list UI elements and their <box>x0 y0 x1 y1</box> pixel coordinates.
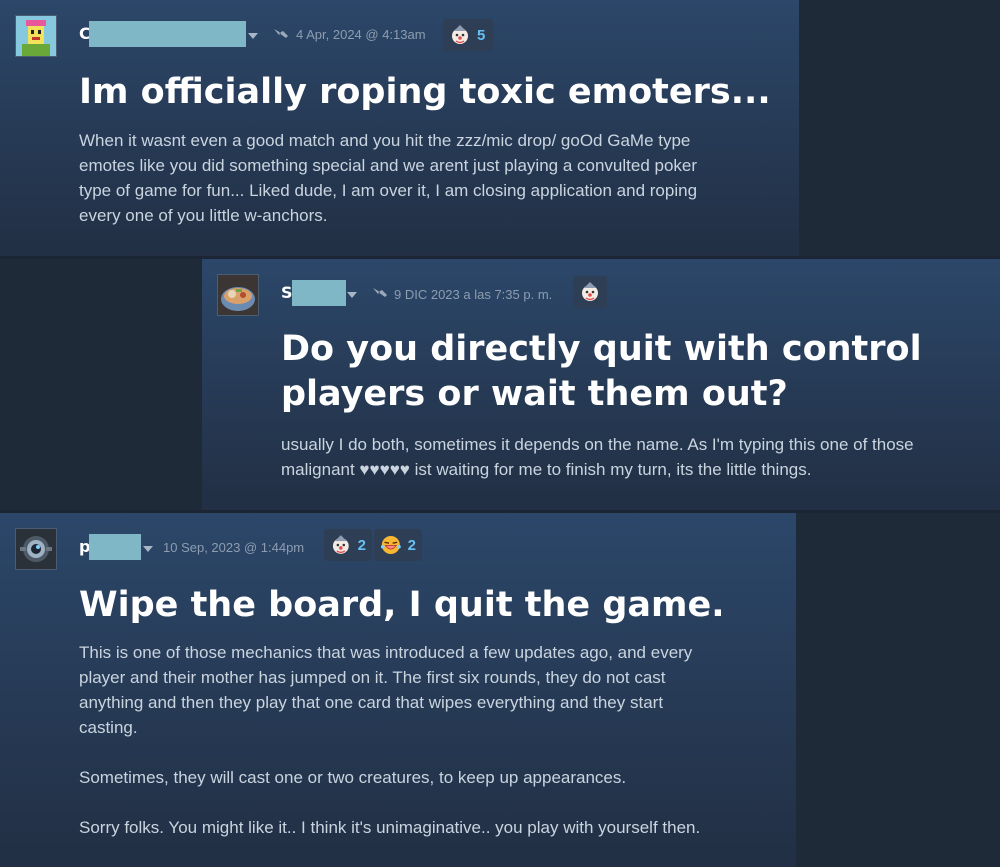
post-date: 4 Apr, 2024 @ 4:13am <box>296 27 426 42</box>
pin-icon <box>274 29 288 38</box>
laughing-face-icon <box>380 535 401 555</box>
post-date: 10 Sep, 2023 @ 1:44pm <box>163 540 305 555</box>
review-card: S 9 DIC 2023 a las 7:35 p. m. Do you dir… <box>202 259 1000 510</box>
review-body: This is one of those mechanics that was … <box>79 643 701 837</box>
award-badge[interactable]: 5 <box>443 19 493 51</box>
review-title: Wipe the board, I quit the game. <box>79 585 725 625</box>
clown-face-icon <box>582 282 598 301</box>
review-card: p 10 Sep, 2023 @ 1:44pm 2 2 Wipe the boa… <box>0 513 796 867</box>
award-badge[interactable]: 2 <box>374 529 422 561</box>
review-title: Do you directly quit with control player… <box>281 327 922 417</box>
avatar[interactable] <box>15 528 57 570</box>
pin-icon <box>373 288 387 297</box>
award-count: 5 <box>477 26 486 44</box>
award-count: 2 <box>357 536 366 554</box>
post-date: 9 DIC 2023 a las 7:35 p. m. <box>394 287 553 302</box>
award-count: 2 <box>407 536 416 554</box>
avatar[interactable] <box>217 274 259 316</box>
award-badge[interactable] <box>573 276 607 308</box>
review-body: When it wasnt even a good match and you … <box>79 131 698 225</box>
redacted-username <box>89 21 246 47</box>
redacted-username <box>89 534 141 560</box>
review-title-line: Do you directly quit with control <box>281 329 922 369</box>
avatar-image <box>16 529 56 569</box>
redacted-username <box>292 280 346 306</box>
avatar-image <box>16 16 56 56</box>
avatar-image <box>218 275 258 315</box>
chevron-down-icon[interactable] <box>347 292 357 298</box>
clown-face-icon <box>452 25 468 44</box>
chevron-down-icon[interactable] <box>143 546 153 552</box>
clown-face-icon <box>332 535 349 554</box>
review-card: C 4 Apr, 2024 @ 4:13am 5 Im officially r… <box>0 0 799 256</box>
award-badge[interactable]: 2 <box>324 529 372 561</box>
avatar[interactable] <box>15 15 57 57</box>
review-title: Im officially roping toxic emoters... <box>79 72 771 112</box>
chevron-down-icon[interactable] <box>248 33 258 39</box>
username[interactable]: S <box>281 283 293 302</box>
review-body: usually I do both, sometimes it depends … <box>281 435 914 479</box>
review-title-line: players or wait them out? <box>281 374 788 414</box>
